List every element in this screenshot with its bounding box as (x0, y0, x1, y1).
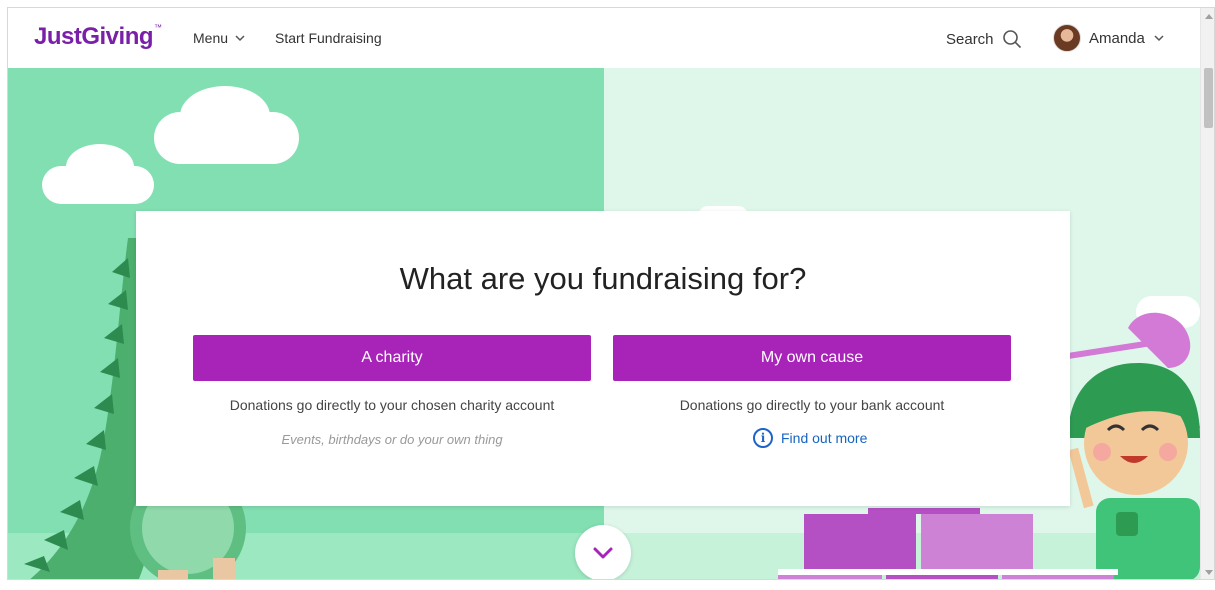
a-charity-button[interactable]: A charity (193, 335, 591, 381)
chevron-down-icon (1154, 35, 1164, 42)
user-name: Amanda (1089, 29, 1145, 47)
avatar (1053, 24, 1081, 52)
search-label: Search (946, 30, 994, 48)
find-out-more-label: Find out more (781, 430, 868, 446)
cloud-illustration (66, 144, 134, 190)
start-fundraising-link[interactable]: Start Fundraising (275, 30, 382, 46)
bricks-illustration (778, 508, 1118, 579)
scroll-down-arrow-icon[interactable] (1205, 570, 1213, 575)
scrollbar-thumb[interactable] (1204, 68, 1213, 128)
page-title: What are you fundraising for? (399, 261, 807, 296)
menu-dropdown[interactable]: Menu (193, 30, 246, 46)
site-header: JustGiving™ Menu Start Fundraising Searc… (8, 8, 1200, 68)
fundraising-type-card: What are you fundraising for? A charity … (136, 211, 1070, 506)
user-menu[interactable]: Amanda (1053, 24, 1165, 52)
hero-banner: What are you fundraising for? A charity … (8, 68, 1200, 579)
scroll-down-button[interactable] (575, 525, 631, 579)
menu-label: Menu (193, 30, 229, 46)
chevron-down-icon (235, 35, 245, 42)
justgiving-logo[interactable]: JustGiving™ (34, 23, 162, 51)
find-out-more-link[interactable]: i Find out more (753, 428, 867, 448)
my-own-cause-button[interactable]: My own cause (613, 335, 1011, 381)
charity-note: Events, birthdays or do your own thing (281, 432, 503, 447)
search-button[interactable]: Search (946, 29, 1022, 49)
browser-viewport: JustGiving™ Menu Start Fundraising Searc… (7, 7, 1215, 580)
scroll-up-arrow-icon[interactable] (1205, 14, 1213, 19)
vertical-scrollbar[interactable] (1200, 8, 1214, 579)
chevron-down-icon (593, 547, 613, 559)
info-icon: i (753, 428, 773, 448)
search-icon (1002, 30, 1021, 49)
charity-description: Donations go directly to your chosen cha… (229, 397, 555, 413)
cloud-illustration (180, 86, 270, 146)
own-cause-description: Donations go directly to your bank accou… (679, 397, 945, 413)
